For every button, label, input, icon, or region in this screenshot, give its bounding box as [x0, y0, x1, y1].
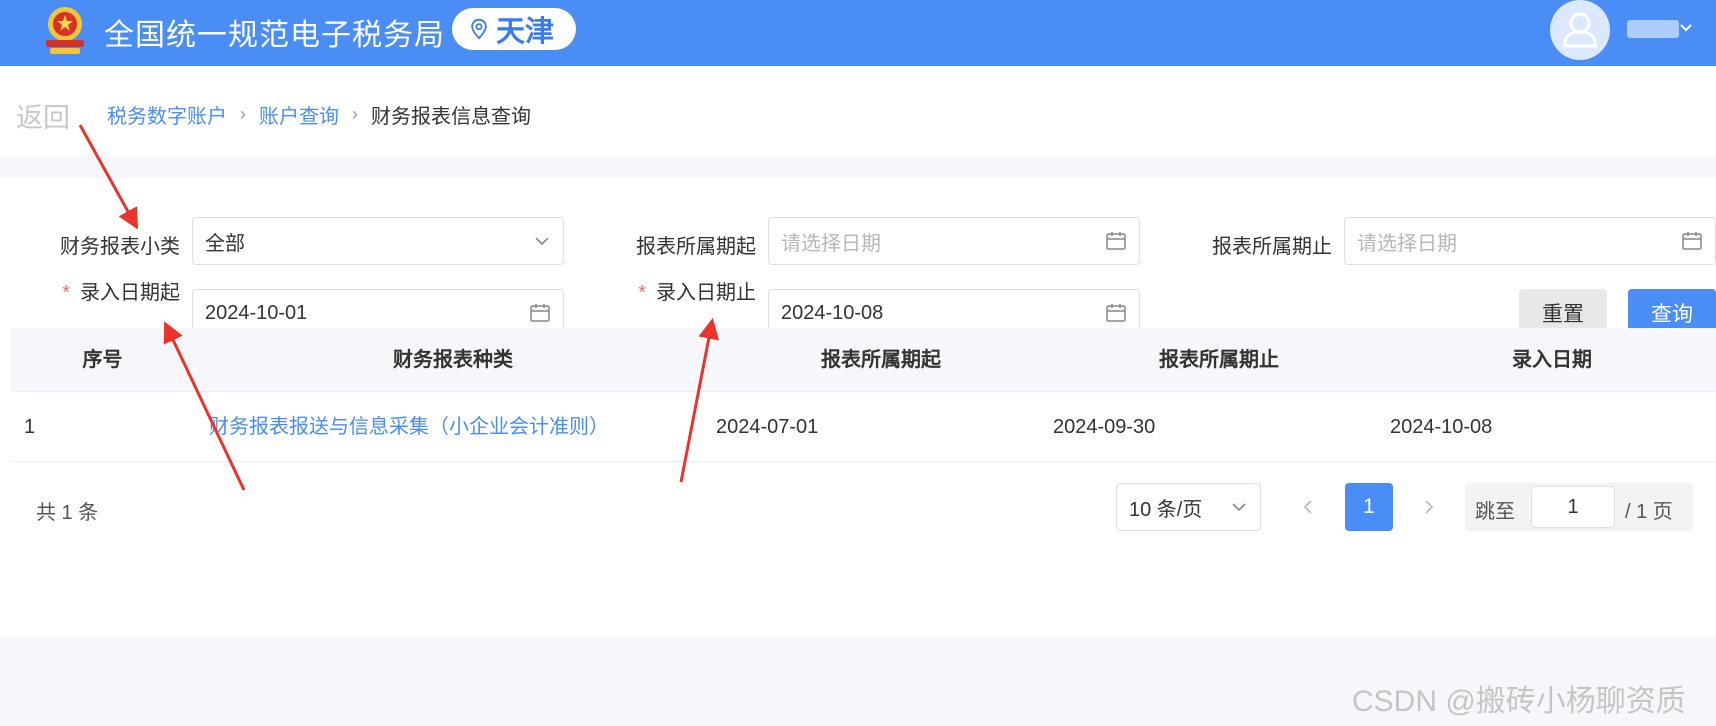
username-redacted[interactable]	[1627, 20, 1679, 38]
period-end-date-picker[interactable]: 请选择日期	[1344, 217, 1716, 265]
column-header-entry-date: 录入日期	[1512, 349, 1592, 371]
chevron-down-icon[interactable]	[1677, 18, 1695, 36]
period-end-placeholder: 请选择日期	[1357, 232, 1457, 255]
jump-page-input[interactable]: 1	[1531, 486, 1615, 528]
required-marker: *	[62, 282, 70, 304]
next-page-icon[interactable]	[1418, 496, 1440, 518]
breadcrumb-item-account-query[interactable]: 账户查询	[259, 100, 339, 129]
column-header-period-start: 报表所属期起	[821, 349, 941, 371]
jump-label: 跳至	[1475, 501, 1515, 523]
tax-emblem-icon	[46, 7, 84, 54]
cell-entry-date: 2024-10-08	[1390, 416, 1493, 438]
period-end-label: 报表所属期止	[1212, 236, 1332, 258]
entry-start-label: * 录入日期起	[20, 276, 180, 305]
cell-index: 1	[24, 416, 36, 438]
required-marker: *	[638, 282, 646, 304]
region-name: 天津	[496, 16, 555, 48]
breadcrumb-item-digital-account[interactable]: 税务数字账户	[107, 100, 227, 129]
column-header-report-type: 财务报表种类	[393, 349, 513, 371]
report-subtype-select[interactable]: 全部	[192, 217, 564, 265]
page-size-select[interactable]: 10 条/页	[1116, 483, 1261, 531]
total-count: 共 1 条	[36, 502, 99, 524]
query-panel: 财务报表小类 全部 报表所属期起 请选择日期 报表所属期止 请选择日期 * 录入日…	[0, 178, 1716, 636]
calendar-icon	[1682, 232, 1702, 250]
breadcrumb-separator-icon: ›	[240, 104, 246, 124]
column-header-index: 序号	[82, 349, 123, 371]
entry-start-label-text: 录入日期起	[80, 282, 180, 304]
entry-end-label-text: 录入日期止	[656, 282, 756, 304]
region-selector[interactable]: 天津	[452, 8, 576, 50]
report-subtype-label: 财务报表小类	[60, 236, 180, 258]
page-1-button[interactable]: 1	[1345, 483, 1393, 531]
breadcrumb: 税务数字账户 › 账户查询 › 财务报表信息查询	[107, 100, 531, 129]
breadcrumb-separator-icon: ›	[352, 104, 358, 124]
calendar-icon	[1106, 304, 1126, 322]
prev-page-icon[interactable]	[1297, 496, 1319, 518]
calendar-icon	[530, 304, 550, 322]
entry-end-value: 2024-10-08	[781, 301, 884, 324]
page-jumper: 跳至 1 / 1 页	[1465, 483, 1693, 531]
page-header: 返回 税务数字账户 › 账户查询 › 财务报表信息查询	[0, 66, 1716, 156]
entry-end-label: * 录入日期止	[600, 276, 756, 305]
back-link[interactable]: 返回	[16, 96, 70, 135]
period-start-date-picker[interactable]: 请选择日期	[768, 217, 1140, 265]
table-row: 1 财务报表报送与信息采集（小企业会计准则） 2024-07-01 2024-0…	[11, 392, 1716, 462]
app-title: 全国统一规范电子税务局	[104, 19, 445, 52]
entry-start-value: 2024-10-01	[205, 301, 308, 324]
cell-period-end: 2024-09-30	[1053, 416, 1156, 438]
report-subtype-value: 全部	[205, 232, 245, 255]
watermark: CSDN @搬砖小杨聊资质	[1352, 685, 1686, 718]
chevron-down-icon	[1232, 503, 1246, 512]
total-pages: / 1 页	[1625, 501, 1673, 523]
location-pin-icon	[471, 18, 487, 40]
calendar-icon	[1106, 232, 1126, 250]
page-size-value: 10 条/页	[1129, 498, 1203, 521]
user-avatar-icon[interactable]	[1550, 0, 1610, 60]
report-type-link[interactable]: 财务报表报送与信息采集（小企业会计准则）	[209, 392, 609, 462]
cell-period-start: 2024-07-01	[716, 416, 819, 438]
breadcrumb-current: 财务报表信息查询	[371, 106, 531, 128]
top-navigation-bar: 全国统一规范电子税务局 天津	[0, 0, 1716, 66]
period-start-label: 报表所属期起	[636, 236, 756, 258]
table-header: 序号 财务报表种类 报表所属期起 报表所属期止 录入日期	[11, 328, 1716, 392]
period-start-placeholder: 请选择日期	[781, 232, 881, 255]
chevron-down-icon	[535, 237, 549, 246]
column-header-period-end: 报表所属期止	[1159, 349, 1279, 371]
